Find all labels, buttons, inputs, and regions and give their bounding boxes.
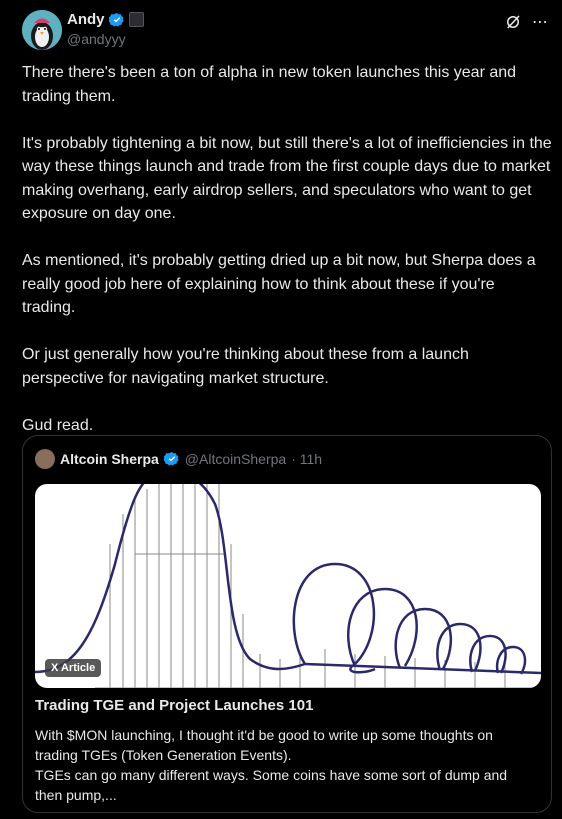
quoted-post-time: · 11h — [291, 451, 323, 467]
article-desc-line: With $MON launching, I thought it'd be g… — [35, 727, 493, 763]
post-paragraph: Gud read. — [22, 416, 94, 434]
quoted-author-name: Altcoin Sherpa — [60, 451, 159, 467]
penguin-avatar-icon — [22, 10, 62, 50]
affiliate-badge-icon — [128, 12, 144, 27]
avatar[interactable] — [22, 10, 62, 50]
author-name-row: Andy — [67, 11, 144, 28]
author-handle[interactable]: @andyyy — [67, 31, 126, 47]
quoted-avatar — [35, 449, 55, 469]
post-actions: ⋯ — [504, 12, 548, 32]
quoted-author-row: Altcoin Sherpa @AltcoinSherpa · 11h — [35, 449, 322, 469]
post-text: There there's been a ton of alpha in new… — [22, 61, 552, 461]
quoted-post-card[interactable]: Altcoin Sherpa @AltcoinSherpa · 11h X Ar… — [22, 435, 552, 813]
grok-icon[interactable] — [504, 13, 522, 31]
quoted-author-handle: @AltcoinSherpa — [184, 451, 287, 467]
post-paragraph: As mentioned, it's probably getting drie… — [22, 252, 536, 316]
verified-badge-icon — [163, 452, 179, 466]
article-badge: X Article — [45, 659, 102, 677]
verified-badge-icon — [108, 12, 124, 27]
post-paragraph: It's probably tightening a bit now, but … — [22, 134, 552, 223]
article-title[interactable]: Trading TGE and Project Launches 101 — [35, 697, 313, 714]
post-paragraph: There there's been a ton of alpha in new… — [22, 64, 517, 105]
article-desc-line: TGEs can go many different ways. Some co… — [35, 767, 508, 803]
article-description: With $MON launching, I thought it'd be g… — [35, 725, 535, 805]
post-paragraph: Or just generally how you're thinking ab… — [22, 346, 469, 387]
more-options-icon[interactable]: ⋯ — [532, 12, 548, 32]
rollercoaster-illustration — [35, 484, 541, 688]
author-name[interactable]: Andy — [67, 11, 105, 28]
article-cover-image[interactable]: X Article — [35, 484, 541, 688]
